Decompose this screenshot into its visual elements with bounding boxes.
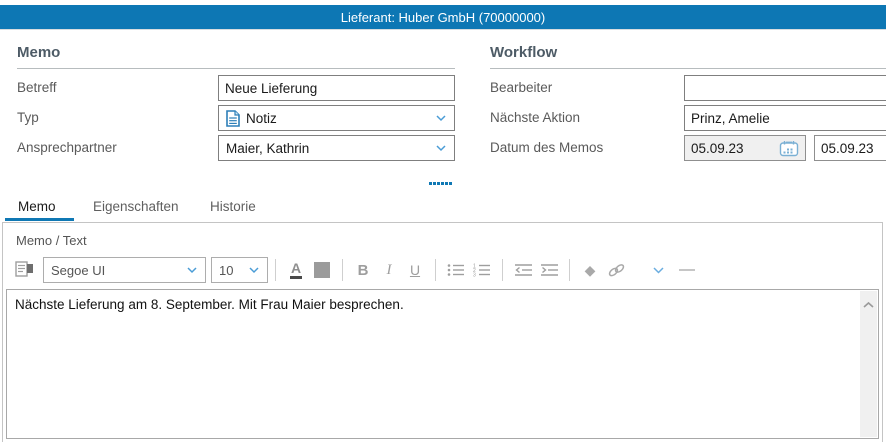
font-family-value: Segoe UI (51, 263, 105, 278)
splitter-handle[interactable] (429, 182, 452, 185)
memo-tab-panel: Memo / Text Segoe UI 10 A (2, 222, 883, 442)
chevron-down-icon (248, 266, 260, 274)
outdent-button[interactable] (513, 258, 533, 282)
font-family-select[interactable]: Segoe UI (43, 257, 206, 283)
memo-date-input[interactable]: 05.09.23 (684, 135, 806, 161)
memo-date-secondary-input[interactable]: 05.09.23 (814, 135, 886, 161)
bullet-list-button[interactable] (446, 258, 466, 282)
font-size-select[interactable]: 10 (211, 257, 268, 283)
toolbar-separator (435, 259, 436, 281)
memo-date-value: 05.09.23 (691, 141, 744, 156)
active-tab-indicator (5, 218, 74, 221)
betreff-input[interactable] (218, 75, 455, 101)
tab-historie[interactable]: Historie (210, 196, 256, 218)
highlight-color-button[interactable] (312, 258, 332, 282)
bearbeiter-input[interactable] (684, 75, 886, 101)
ansprechpartner-label: Ansprechpartner (17, 135, 117, 161)
memo-textarea[interactable]: Nächste Lieferung am 8. September. Mit F… (6, 289, 879, 439)
betreff-label: Betreff (17, 75, 57, 101)
vertical-scrollbar[interactable] (860, 291, 877, 437)
more-options-button[interactable] (648, 258, 668, 282)
font-size-value: 10 (219, 263, 233, 278)
typ-value: Notiz (246, 111, 277, 126)
text-module-button[interactable] (14, 258, 34, 282)
bold-button[interactable]: B (353, 258, 373, 282)
collapse-toolbar-handle[interactable] (679, 269, 695, 271)
memo-text-label: Memo / Text (16, 233, 87, 248)
underline-button[interactable]: U (405, 258, 425, 282)
scroll-up-icon[interactable] (862, 296, 875, 437)
workflow-section-heading: Workflow (490, 44, 886, 69)
memo-section-heading: Memo (17, 44, 455, 69)
ansprechpartner-select[interactable]: Maier, Kathrin (218, 135, 455, 161)
note-document-icon (226, 110, 240, 127)
bearbeiter-label: Bearbeiter (490, 75, 552, 101)
window-title-bar: Lieferant: Huber GmbH (70000000) (0, 5, 886, 30)
toolbar-separator (275, 259, 276, 281)
italic-button[interactable]: I (379, 258, 399, 282)
memo-text[interactable]: Nächste Lieferung am 8. September. Mit F… (7, 290, 860, 438)
toolbar-separator (502, 259, 503, 281)
naechste-aktion-input[interactable] (684, 105, 886, 131)
datum-des-memos-label: Datum des Memos (490, 135, 603, 161)
tab-eigenschaften[interactable]: Eigenschaften (93, 196, 179, 218)
highlight-color-swatch-icon (314, 262, 330, 278)
chevron-down-icon (435, 144, 447, 152)
ansprechpartner-value: Maier, Kathrin (226, 141, 309, 156)
toolbar-separator (342, 259, 343, 281)
symbol-button[interactable]: ◆ (580, 258, 600, 282)
chevron-down-icon (435, 114, 447, 122)
tab-memo[interactable]: Memo (18, 196, 56, 218)
editor-toolbar: Segoe UI 10 A B I U (3, 252, 882, 288)
toolbar-separator (569, 259, 570, 281)
memo-date-secondary-value: 05.09.23 (821, 141, 874, 156)
chevron-down-icon (186, 266, 198, 274)
font-color-button[interactable]: A (286, 258, 306, 282)
numbered-list-button[interactable]: 123 (472, 258, 492, 282)
indent-button[interactable] (539, 258, 559, 282)
naechste-aktion-label: Nächste Aktion (490, 105, 580, 131)
typ-label: Typ (17, 105, 39, 131)
window-title: Lieferant: Huber GmbH (70000000) (341, 10, 546, 25)
typ-select[interactable]: Notiz (218, 105, 455, 131)
calendar-icon[interactable] (779, 140, 799, 157)
svg-text:3: 3 (473, 273, 476, 277)
font-color-glyph: A (290, 261, 302, 279)
insert-link-button[interactable] (606, 258, 626, 282)
